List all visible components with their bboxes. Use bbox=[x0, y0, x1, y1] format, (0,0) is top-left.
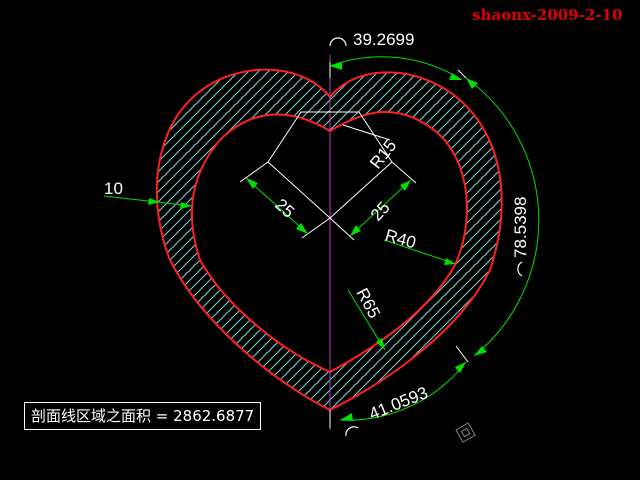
dim-arc-bottom-arrow-b bbox=[455, 362, 466, 373]
dim-thickness-label: 10 bbox=[104, 179, 123, 198]
dim-right-25-label: 25 bbox=[367, 198, 394, 225]
dim-r40-arrow bbox=[444, 258, 456, 265]
dim-right-25-arrow-a bbox=[400, 180, 411, 191]
arc-length-icon-right bbox=[517, 261, 523, 277]
dim-arc-bottom-arrow-a bbox=[340, 413, 353, 421]
dim-arc-top-arrow-a bbox=[330, 62, 342, 70]
dim-left-25-label: 25 bbox=[271, 195, 298, 222]
arc-length-icon-bottom bbox=[345, 426, 359, 437]
dim-arc-top-ext2 bbox=[457, 69, 467, 79]
dim-arc-right-label: 78.5398 bbox=[511, 197, 530, 258]
dim-arc-bottom-ext2 bbox=[455, 345, 469, 363]
ucs-icon bbox=[455, 422, 476, 443]
dim-r40-label: R40 bbox=[383, 226, 418, 253]
watermark-text: shaonx-2009-2-10 bbox=[472, 6, 623, 24]
dim-left-25-ext2 bbox=[301, 217, 331, 239]
dim-left-25-ext1 bbox=[239, 161, 269, 183]
dim-arc-top-label: 39.2699 bbox=[353, 30, 414, 49]
dim-right-25-ext1 bbox=[391, 161, 417, 184]
hatched-wall-region bbox=[156, 69, 502, 410]
area-result-box: 剖面线区域之面积 = 2862.6877 bbox=[24, 402, 262, 430]
dim-right-25-ext2 bbox=[329, 217, 355, 241]
dim-arc-right-arrow-a bbox=[466, 78, 478, 89]
arc-length-icon bbox=[329, 37, 347, 47]
dim-right-25-arrow-b bbox=[350, 225, 361, 236]
dim-r15-label: R15 bbox=[366, 136, 400, 172]
dim-r65-label: R65 bbox=[352, 285, 383, 321]
dim-arc-right-arrow-b bbox=[474, 346, 487, 356]
dim-arc-bottom-label: 41.0593 bbox=[366, 383, 430, 424]
